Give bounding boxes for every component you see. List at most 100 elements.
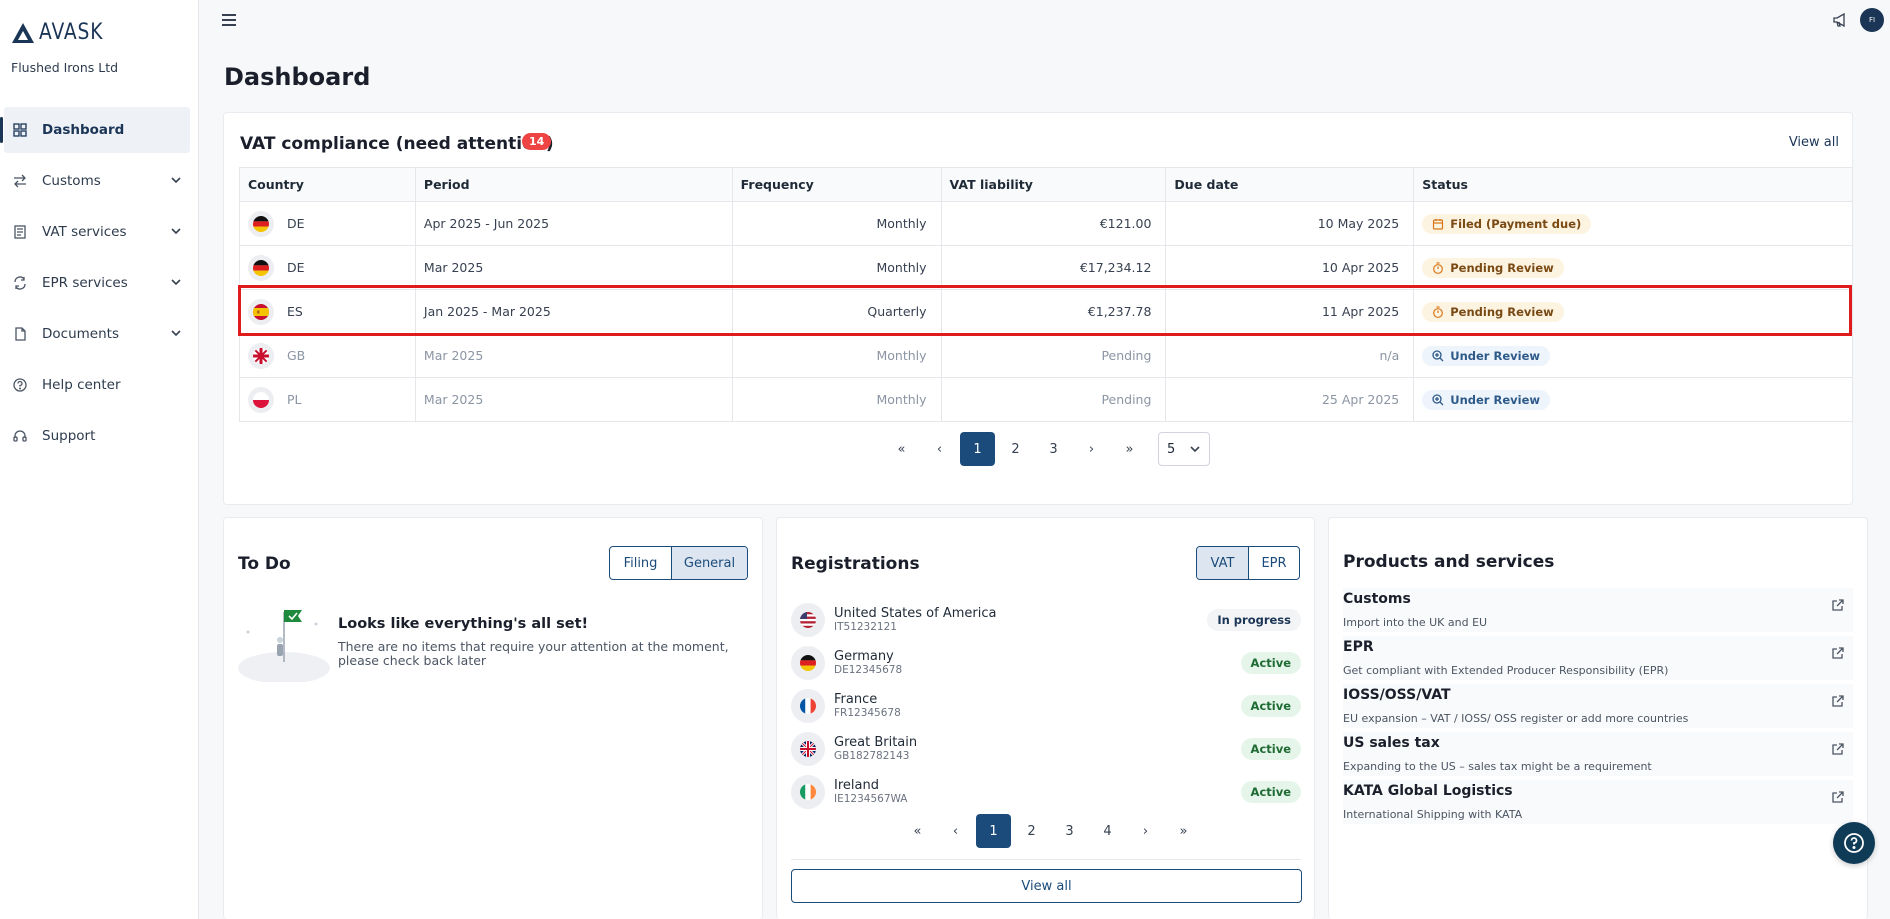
country-code: ES bbox=[287, 304, 303, 319]
help-chat-button[interactable] bbox=[1833, 822, 1875, 864]
sidebar-item-vat-services[interactable]: VAT services bbox=[4, 209, 190, 255]
products-title: Products and services bbox=[1343, 552, 1555, 572]
registration-country: United States of America bbox=[834, 605, 997, 621]
next-page-button[interactable]: › bbox=[1128, 814, 1163, 848]
next-page-button[interactable]: › bbox=[1074, 432, 1109, 466]
grid-icon bbox=[12, 122, 28, 138]
sidebar-item-epr-services[interactable]: EPR services bbox=[4, 260, 190, 306]
first-page-button[interactable]: « bbox=[900, 814, 935, 848]
product-item-us-sales-tax[interactable]: US sales tax Expanding to the US – sales… bbox=[1343, 732, 1853, 776]
page-button[interactable]: 3 bbox=[1036, 432, 1071, 466]
table-row[interactable]: DE Mar 2025 Monthly €17,234.12 10 Apr 20… bbox=[239, 245, 1853, 290]
sidebar-item-label: VAT services bbox=[42, 224, 127, 240]
sidebar-item-help-center[interactable]: Help center bbox=[4, 362, 190, 408]
last-page-button[interactable]: » bbox=[1166, 814, 1201, 848]
external-link-icon[interactable] bbox=[1831, 694, 1845, 708]
last-page-button[interactable]: » bbox=[1112, 432, 1147, 466]
page-size-select[interactable]: 5 bbox=[1158, 432, 1210, 466]
registration-country: Great Britain bbox=[834, 734, 918, 750]
external-link-icon[interactable] bbox=[1831, 646, 1845, 660]
status-cell: Under Review bbox=[1413, 377, 1853, 422]
list-item[interactable]: France FR12345678 Active bbox=[791, 684, 1301, 727]
page-button[interactable]: 1 bbox=[960, 432, 995, 466]
ireland-flag-icon bbox=[791, 774, 825, 809]
table-row[interactable]: ES Jan 2025 - Mar 2025 Quarterly €1,237.… bbox=[239, 289, 1853, 334]
tab-filing[interactable]: Filing bbox=[610, 547, 671, 579]
vat-pagination: « ‹ 1 2 3 › » 5 bbox=[884, 432, 1210, 466]
country-code: PL bbox=[287, 392, 302, 407]
liability-cell: €1,237.78 bbox=[940, 289, 1167, 334]
tab-vat[interactable]: VAT bbox=[1197, 547, 1248, 579]
page-button[interactable]: 2 bbox=[998, 432, 1033, 466]
logo[interactable]: AVASK bbox=[11, 20, 115, 45]
zoom-in-icon bbox=[1432, 349, 1444, 361]
external-link-icon[interactable] bbox=[1831, 790, 1845, 804]
country-cell: DE bbox=[239, 245, 416, 290]
uk-flag-icon bbox=[248, 342, 274, 369]
frequency-cell: Monthly bbox=[731, 333, 942, 378]
usa-flag-icon bbox=[791, 602, 825, 637]
page-button[interactable]: 2 bbox=[1014, 814, 1049, 848]
due-date-cell: 10 Apr 2025 bbox=[1165, 245, 1415, 290]
tab-epr[interactable]: EPR bbox=[1248, 547, 1299, 579]
product-item-kata-logistics[interactable]: KATA Global Logistics International Ship… bbox=[1343, 780, 1853, 824]
page-title: Dashboard bbox=[224, 63, 371, 91]
external-link-icon[interactable] bbox=[1831, 742, 1845, 756]
sidebar-item-customs[interactable]: Customs bbox=[4, 158, 190, 204]
country-cell: GB bbox=[239, 333, 416, 378]
stopwatch-icon bbox=[1433, 305, 1444, 318]
sidebar-item-label: EPR services bbox=[42, 275, 128, 291]
table-row[interactable]: GB Mar 2025 Monthly Pending n/a Under Re… bbox=[239, 333, 1853, 378]
user-avatar[interactable]: FI bbox=[1860, 8, 1884, 32]
product-item-customs[interactable]: Customs Import into the UK and EU bbox=[1343, 588, 1853, 632]
product-item-epr[interactable]: EPR Get compliant with Extended Producer… bbox=[1343, 636, 1853, 680]
uk-flag-icon bbox=[791, 731, 825, 766]
todo-title: To Do bbox=[238, 554, 291, 574]
megaphone-icon[interactable] bbox=[1832, 12, 1848, 28]
product-item-ioss-oss-vat[interactable]: IOSS/OSS/VAT EU expansion – VAT / IOSS/ … bbox=[1343, 684, 1853, 728]
product-description: International Shipping with KATA bbox=[1343, 808, 1523, 821]
todo-tabs: Filing General bbox=[609, 546, 748, 580]
poland-flag-icon bbox=[248, 386, 274, 413]
status-badge: Under Review bbox=[1422, 389, 1550, 410]
document-icon bbox=[12, 326, 28, 342]
list-item[interactable]: Germany DE12345678 Active bbox=[791, 641, 1301, 684]
prev-page-button[interactable]: ‹ bbox=[938, 814, 973, 848]
status-badge: Active bbox=[1240, 780, 1301, 803]
table-row[interactable]: DE Apr 2025 - Jun 2025 Monthly €121.00 1… bbox=[239, 201, 1853, 246]
hamburger-menu-icon[interactable] bbox=[222, 14, 236, 26]
status-badge: Active bbox=[1240, 651, 1301, 674]
chevron-down-icon bbox=[171, 177, 181, 184]
page-button[interactable]: 3 bbox=[1052, 814, 1087, 848]
tab-general[interactable]: General bbox=[671, 547, 747, 579]
zoom-in-icon bbox=[1432, 393, 1444, 405]
registrations-view-all-button[interactable]: View all bbox=[791, 869, 1302, 903]
country-cell: ES bbox=[239, 289, 416, 334]
empty-state-title: Looks like everything's all set! bbox=[338, 616, 589, 632]
vat-table: Country Period Frequency VAT liability D… bbox=[239, 167, 1853, 422]
attention-count-badge: 14 bbox=[522, 133, 552, 150]
external-link-icon[interactable] bbox=[1831, 598, 1845, 612]
country-cell: DE bbox=[239, 201, 416, 246]
table-row[interactable]: PL Mar 2025 Monthly Pending 25 Apr 2025 … bbox=[239, 377, 1853, 422]
product-name: KATA Global Logistics bbox=[1343, 783, 1513, 799]
list-item[interactable]: United States of America IT51232121 In pr… bbox=[791, 598, 1301, 641]
spain-flag-icon bbox=[248, 298, 274, 325]
sidebar-item-documents[interactable]: Documents bbox=[4, 311, 190, 357]
liability-cell: Pending bbox=[940, 377, 1167, 422]
list-item[interactable]: Great Britain GB182782143 Active bbox=[791, 727, 1301, 770]
chevron-down-icon bbox=[171, 228, 181, 235]
list-item[interactable]: Ireland IE1234567WA Active bbox=[791, 770, 1301, 813]
prev-page-button[interactable]: ‹ bbox=[922, 432, 957, 466]
sidebar-item-support[interactable]: Support bbox=[4, 413, 190, 459]
registration-country: Germany bbox=[834, 648, 894, 664]
product-name: EPR bbox=[1343, 639, 1374, 655]
vat-view-all-link[interactable]: View all bbox=[1789, 135, 1839, 150]
registrations-tabs: VAT EPR bbox=[1196, 546, 1300, 580]
sidebar-item-dashboard[interactable]: Dashboard bbox=[0, 107, 190, 153]
page-button[interactable]: 4 bbox=[1090, 814, 1125, 848]
chevron-down-icon bbox=[171, 330, 181, 337]
frequency-cell: Monthly bbox=[731, 245, 942, 290]
first-page-button[interactable]: « bbox=[884, 432, 919, 466]
page-button[interactable]: 1 bbox=[976, 814, 1011, 848]
